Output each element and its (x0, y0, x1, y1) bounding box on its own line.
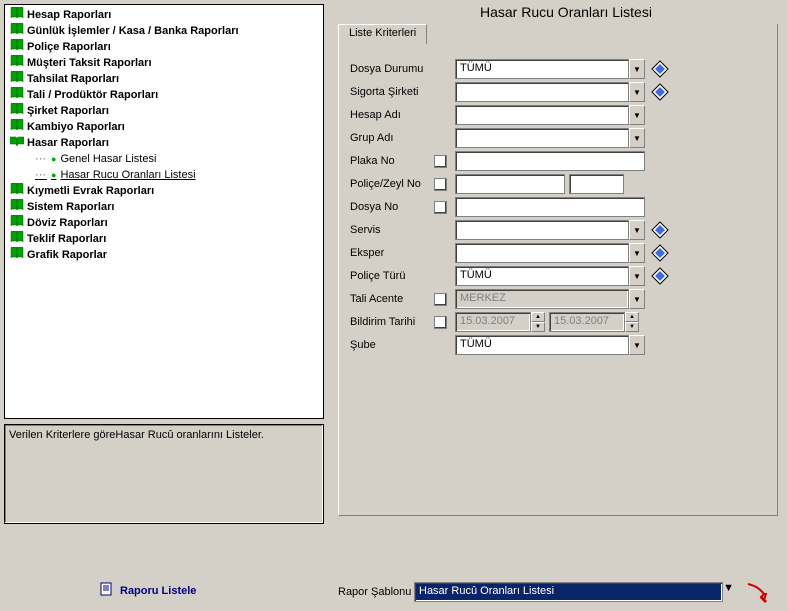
tree-item[interactable]: Poliçe Raporları (9, 39, 319, 55)
description-panel: Verilen Kriterlere göreHasar Rucû oranla… (4, 424, 324, 524)
chevron-down-icon[interactable]: ▼ (629, 335, 645, 355)
tree-item[interactable]: Kambiyo Raporları (9, 119, 319, 135)
sigorta-sirketi-select[interactable]: ▼ (455, 82, 645, 102)
lookup-icon[interactable] (651, 60, 669, 78)
eksper-label: Eksper (350, 247, 434, 259)
tali-acente-select[interactable]: MERKEZ▼ (455, 289, 645, 309)
servis-select[interactable]: ▼ (455, 220, 645, 240)
tree-subitem[interactable]: ⋯●Genel Hasar Listesi (9, 151, 319, 167)
lookup-icon[interactable] (651, 83, 669, 101)
sube-select[interactable]: TÜMÜ▼ (455, 335, 645, 355)
sube-label: Şube (350, 339, 434, 351)
grup-adi-select[interactable]: ▼ (455, 128, 645, 148)
bullet-icon: ● (51, 167, 56, 183)
tree-item[interactable]: Döviz Raporları (9, 215, 319, 231)
book-icon (9, 215, 25, 232)
tree-item[interactable]: Grafik Raporlar (9, 247, 319, 263)
lookup-icon[interactable] (651, 267, 669, 285)
bildirim-to-date[interactable]: 15.03.2007▲▼ (549, 312, 639, 332)
template-select[interactable]: Hasar Rucû Oranları Listesi ▼ (414, 582, 734, 602)
book-icon (9, 7, 25, 24)
run-report-button[interactable] (744, 580, 768, 604)
book-icon (9, 231, 25, 248)
plaka-no-input[interactable] (455, 151, 645, 171)
dosya-durumu-label: Dosya Durumu (350, 63, 434, 75)
report-tree[interactable]: Hesap Raporları Günlük İşlemler / Kasa /… (4, 4, 324, 419)
book-icon (9, 199, 25, 216)
report-icon (100, 582, 116, 599)
tree-subitem-selected[interactable]: ⋯●Hasar Rucu Oranları Listesi (9, 167, 319, 183)
chevron-down-icon[interactable]: ▼ (629, 243, 645, 263)
book-icon (9, 55, 25, 72)
spin-up-icon[interactable]: ▲ (625, 312, 639, 322)
book-icon (9, 71, 25, 88)
list-report-label: Raporu Listele (120, 585, 196, 597)
plaka-no-checkbox[interactable] (434, 155, 447, 168)
tree-item[interactable]: Günlük İşlemler / Kasa / Banka Raporları (9, 23, 319, 39)
book-icon (9, 103, 25, 120)
chevron-down-icon[interactable]: ▼ (629, 59, 645, 79)
tali-acente-checkbox[interactable] (434, 293, 447, 306)
police-no-input[interactable] (455, 174, 565, 194)
dosya-no-input[interactable] (455, 197, 645, 217)
list-report-button[interactable]: Raporu Listele (100, 582, 196, 599)
bildirim-tarihi-label: Bildirim Tarihi (350, 316, 434, 328)
police-zeyl-checkbox[interactable] (434, 178, 447, 191)
tree-item[interactable]: Müşteri Taksit Raporları (9, 55, 319, 71)
tree-item[interactable]: Tahsilat Raporları (9, 71, 319, 87)
book-icon (9, 87, 25, 104)
chevron-down-icon[interactable]: ▼ (629, 266, 645, 286)
dosya-no-label: Dosya No (350, 201, 434, 213)
dosya-no-checkbox[interactable] (434, 201, 447, 214)
police-zeyl-label: Poliçe/Zeyl No (350, 178, 434, 190)
police-turu-select[interactable]: TÜMÜ▼ (455, 266, 645, 286)
tree-item[interactable]: Kıymetli Evrak Raporları (9, 183, 319, 199)
plaka-no-label: Plaka No (350, 155, 434, 167)
servis-label: Servis (350, 224, 434, 236)
book-icon (9, 183, 25, 200)
chevron-down-icon[interactable]: ▼ (629, 105, 645, 125)
lookup-icon[interactable] (651, 221, 669, 239)
book-icon (9, 247, 25, 264)
eksper-select[interactable]: ▼ (455, 243, 645, 263)
tree-item[interactable]: Şirket Raporları (9, 103, 319, 119)
tab-criteria[interactable]: Liste Kriterleri (338, 24, 427, 44)
chevron-down-icon[interactable]: ▼ (629, 128, 645, 148)
tree-item-expanded[interactable]: Hasar Raporları (9, 135, 319, 151)
spin-down-icon[interactable]: ▼ (531, 322, 545, 332)
tree-item[interactable]: Teklif Raporları (9, 231, 319, 247)
lookup-icon[interactable] (651, 244, 669, 262)
zeyl-no-input[interactable] (569, 174, 624, 194)
book-icon (9, 23, 25, 40)
dosya-durumu-select[interactable]: TÜMÜ▼ (455, 59, 645, 79)
hesap-adi-select[interactable]: ▼ (455, 105, 645, 125)
sigorta-sirketi-label: Sigorta Şirketi (350, 86, 434, 98)
chevron-down-icon[interactable]: ▼ (629, 220, 645, 240)
hesap-adi-label: Hesap Adı (350, 109, 434, 121)
book-icon (9, 119, 25, 136)
bildirim-from-date[interactable]: 15.03.2007▲▼ (455, 312, 545, 332)
tali-acente-label: Tali Acente (350, 293, 434, 305)
chevron-down-icon[interactable]: ▼ (629, 82, 645, 102)
tree-item[interactable]: Hesap Raporları (9, 7, 319, 23)
chevron-down-icon[interactable]: ▼ (629, 289, 645, 309)
tree-item[interactable]: Tali / Prodüktör Raporları (9, 87, 319, 103)
template-label: Rapor Şablonu (338, 586, 411, 598)
spin-up-icon[interactable]: ▲ (531, 312, 545, 322)
book-icon (9, 39, 25, 56)
bildirim-tarihi-checkbox[interactable] (434, 316, 447, 329)
book-open-icon (9, 135, 25, 152)
description-text: Verilen Kriterlere göreHasar Rucû oranla… (9, 429, 264, 441)
bullet-icon: ● (51, 151, 56, 167)
tree-item[interactable]: Sistem Raporları (9, 199, 319, 215)
page-title: Hasar Rucu Oranları Listesi (480, 4, 652, 20)
police-turu-label: Poliçe Türü (350, 270, 434, 282)
grup-adi-label: Grup Adı (350, 132, 434, 144)
spin-down-icon[interactable]: ▼ (625, 322, 639, 332)
chevron-down-icon[interactable]: ▼ (723, 582, 734, 602)
